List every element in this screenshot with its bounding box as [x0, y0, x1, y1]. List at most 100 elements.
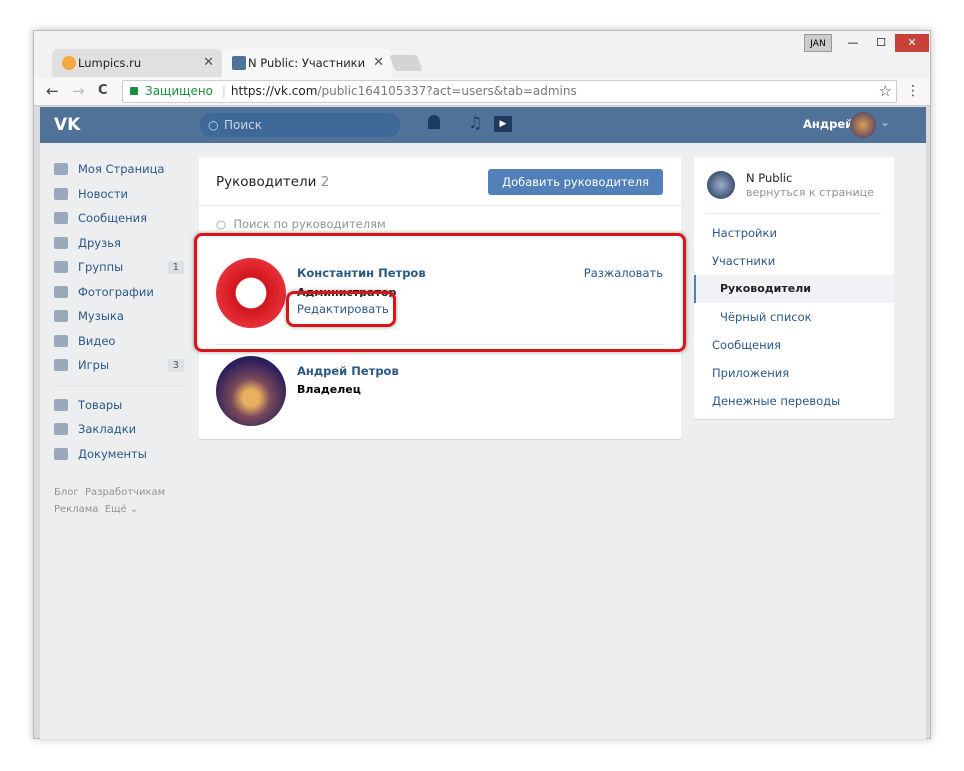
- address-toolbar: ← → C Защищено | https://vk.com/public164…: [34, 78, 930, 106]
- menu-item-apps[interactable]: Приложения: [694, 359, 894, 387]
- menu-item-messages[interactable]: Сообщения: [694, 331, 894, 359]
- forward-button[interactable]: →: [72, 82, 85, 100]
- lock-icon: [130, 87, 138, 95]
- search-input[interactable]: ○ Поиск: [200, 113, 400, 137]
- sidebar-item-documents[interactable]: Документы: [54, 442, 184, 467]
- divider: [54, 384, 184, 386]
- music-icon: [54, 310, 68, 323]
- sidebar-footer: Блог Разработчикам Реклама Ещё ⌄: [54, 484, 184, 518]
- url-path: /public164105337?act=users&tab=admins: [317, 84, 577, 98]
- sidebar-item-bookmarks[interactable]: Закладки: [54, 417, 184, 442]
- page-title: Руководители 2: [216, 174, 330, 190]
- label: Моя Страница: [78, 162, 165, 177]
- menu-item-settings[interactable]: Настройки: [694, 219, 894, 247]
- count-badge: 1: [167, 260, 184, 274]
- group-menu-card: N Public вернуться к странице Настройки …: [694, 157, 894, 419]
- label: Сообщения: [78, 211, 148, 226]
- vk-favicon-icon: [232, 56, 246, 70]
- developers-link[interactable]: Разработчикам: [85, 487, 165, 498]
- sidebar-item-music[interactable]: Музыка: [54, 304, 184, 329]
- url-host: https://vk.com: [230, 84, 318, 98]
- group-name[interactable]: N Public: [746, 171, 792, 185]
- avatar[interactable]: [216, 356, 286, 426]
- search-placeholder: Поиск: [224, 118, 263, 132]
- menu-item-managers[interactable]: Руководители: [694, 275, 894, 303]
- sidebar-item-groups[interactable]: Группы 1: [54, 255, 184, 280]
- sidebar-item-photos[interactable]: Фотографии: [54, 280, 184, 305]
- bag-icon: [54, 398, 68, 411]
- user-avatar[interactable]: [850, 112, 876, 138]
- label: Музыка: [78, 309, 124, 324]
- label: Закладки: [78, 422, 137, 437]
- manager-role: Владелец: [297, 383, 361, 396]
- user-name[interactable]: Андрей: [803, 117, 853, 131]
- label: Фотографии: [78, 284, 154, 299]
- menu-item-blacklist[interactable]: Чёрный список: [694, 303, 894, 331]
- search-icon: ○: [208, 118, 219, 132]
- close-window-button[interactable]: ✕: [895, 34, 929, 52]
- manager-name[interactable]: Андрей Петров: [297, 364, 399, 378]
- vk-logo[interactable]: VK: [54, 115, 80, 135]
- messages-icon: [54, 212, 68, 225]
- sidebar: Моя Страница Новости Сообщения Друзья Гр…: [54, 157, 184, 518]
- blog-link[interactable]: Блог: [54, 487, 79, 498]
- secure-label: Защищено: [145, 84, 214, 98]
- back-button[interactable]: ←: [46, 82, 59, 100]
- document-icon: [54, 447, 68, 460]
- label: Группы: [78, 260, 124, 275]
- label: Видео: [78, 333, 116, 348]
- bell-icon[interactable]: [428, 115, 440, 129]
- tab-bar: Lumpics.ru ✕ N Public: Участники ✕ JAN —…: [34, 31, 930, 78]
- sidebar-item-goods[interactable]: Товары: [54, 393, 184, 418]
- new-tab-button[interactable]: [389, 55, 423, 71]
- label: Товары: [78, 397, 123, 412]
- reload-button[interactable]: C: [98, 83, 108, 98]
- camera-icon: [54, 285, 68, 298]
- ads-link[interactable]: Реклама: [54, 504, 98, 515]
- sidebar-item-video[interactable]: Видео: [54, 329, 184, 354]
- favicon-icon: [62, 56, 76, 70]
- highlight-frame-edit: [286, 291, 396, 327]
- add-manager-button[interactable]: Добавить руководителя: [488, 169, 663, 195]
- chevron-down-icon[interactable]: ⌄: [880, 115, 890, 129]
- tab-close-icon[interactable]: ✕: [203, 49, 214, 77]
- count-badge: 3: [167, 358, 184, 372]
- sidebar-item-friends[interactable]: Друзья: [54, 231, 184, 256]
- profile-badge[interactable]: JAN: [804, 34, 832, 52]
- sidebar-item-games[interactable]: Игры 3: [54, 353, 184, 378]
- friends-icon: [54, 236, 68, 249]
- group-avatar[interactable]: [707, 171, 735, 199]
- gamepad-icon: [54, 359, 68, 372]
- minimize-button[interactable]: —: [839, 34, 867, 52]
- managers-search-input[interactable]: ○ Поиск по руководителям: [216, 217, 666, 231]
- tab-title: Lumpics.ru: [78, 56, 142, 70]
- sidebar-item-news[interactable]: Новости: [54, 182, 184, 207]
- more-link[interactable]: Ещё ⌄: [105, 504, 138, 515]
- vk-header: VK ○ Поиск ♫ ▶ Андрей ⌄: [40, 107, 926, 143]
- search-placeholder: Поиск по руководителям: [233, 217, 386, 231]
- back-to-page-link[interactable]: вернуться к странице: [746, 186, 874, 199]
- label: Игры: [78, 358, 110, 373]
- video-play-icon[interactable]: ▶: [494, 116, 512, 132]
- home-icon: [54, 163, 68, 176]
- tab-close-icon[interactable]: ✕: [373, 49, 384, 77]
- maximize-button[interactable]: ☐: [867, 34, 895, 52]
- label: Новости: [78, 186, 128, 201]
- menu-item-members[interactable]: Участники: [694, 247, 894, 275]
- bookmark-star-icon[interactable]: ☆: [879, 81, 892, 102]
- news-icon: [54, 187, 68, 200]
- url-bar[interactable]: Защищено | https://vk.com/public164105337…: [122, 80, 897, 103]
- music-icon[interactable]: ♫: [468, 113, 482, 132]
- sidebar-item-messages[interactable]: Сообщения: [54, 206, 184, 231]
- star-icon: [54, 423, 68, 436]
- sidebar-item-my-page[interactable]: Моя Страница: [54, 157, 184, 182]
- browser-menu-icon[interactable]: ⋮: [906, 83, 920, 99]
- tab-title: N Public: Участники: [248, 56, 366, 70]
- search-icon: ○: [216, 217, 227, 231]
- menu-item-money-transfers[interactable]: Денежные переводы: [694, 387, 894, 415]
- tab-lumpics[interactable]: Lumpics.ru ✕: [52, 49, 222, 77]
- browser-window: Lumpics.ru ✕ N Public: Участники ✕ JAN —…: [33, 30, 931, 739]
- highlight-frame-manager: [194, 233, 686, 352]
- tab-vk[interactable]: N Public: Участники ✕: [222, 49, 392, 77]
- groups-icon: [54, 261, 68, 274]
